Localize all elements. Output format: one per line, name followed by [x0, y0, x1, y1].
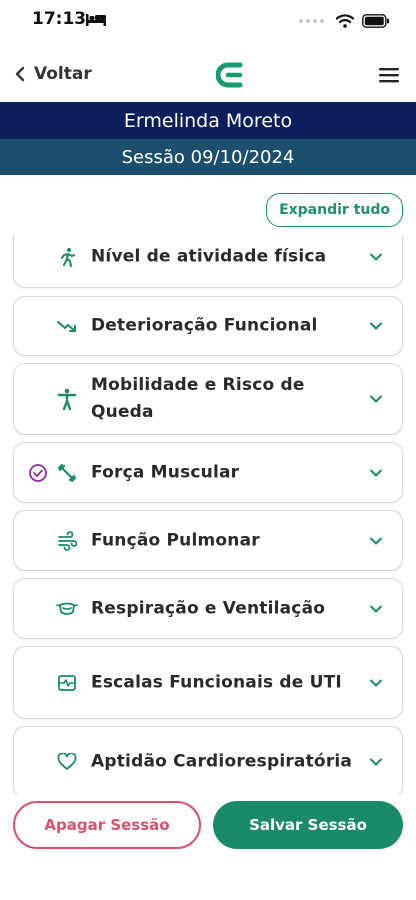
status-bar: 17:13: [0, 0, 416, 44]
patient-name: Ermelinda Moreto: [123, 109, 293, 132]
chevron-down-icon: [370, 605, 382, 612]
section-title: Aptidão Cardiorespiratória: [91, 751, 353, 772]
bed-icon: [86, 14, 106, 26]
section-title: Função Pulmonar: [91, 530, 260, 550]
expand-all-button[interactable]: Expandir tudo: [266, 193, 403, 227]
section-card-breathing-ventilation[interactable]: Respiração e Ventilação: [13, 578, 403, 639]
section-list[interactable]: Nível de atividade física Deterioração F…: [0, 236, 416, 794]
standing-person-icon: [56, 388, 78, 410]
dumbbell-icon: [56, 462, 78, 484]
monitor-pulse-icon: [56, 672, 78, 694]
chevron-down-icon: [370, 758, 382, 766]
battery-icon: [362, 14, 389, 28]
chevron-down-icon: [370, 322, 382, 330]
section-card-cardiorespiratory[interactable]: Aptidão Cardiorespiratória: [13, 726, 403, 794]
chevron-down-icon: [370, 537, 382, 544]
section-title: Escalas Funcionais de UTI: [91, 672, 342, 692]
section-card-muscle-strength[interactable]: Força Muscular: [13, 442, 403, 503]
chevron-left-icon: [15, 66, 25, 82]
running-person-icon: [56, 246, 78, 268]
chevron-down-icon: [370, 469, 382, 476]
chevron-down-icon: [370, 253, 382, 261]
heart-icon: [56, 751, 78, 773]
back-label: Voltar: [34, 64, 92, 84]
section-card-activity[interactable]: Nível de atividade física: [13, 236, 403, 288]
patient-name-header: Ermelinda Moreto: [0, 102, 416, 139]
section-title: Respiração e Ventilação: [91, 598, 326, 618]
air-flow-icon: [56, 530, 78, 552]
section-title: Força Muscular: [91, 462, 240, 482]
session-date: Sessão 09/10/2024: [121, 146, 295, 168]
signal-dots-icon: [299, 19, 324, 23]
section-card-functional-deterioration[interactable]: Deterioração Funcional: [13, 296, 403, 356]
section-title: Mobilidade e Risco de Queda: [91, 375, 305, 422]
wifi-icon: [336, 14, 354, 28]
status-time: 17:13: [32, 9, 87, 29]
section-card-icu-scales[interactable]: Escalas Funcionais de UTI: [13, 646, 403, 719]
status-indicators: [299, 14, 390, 28]
section-title: Nível de atividade física: [91, 246, 327, 267]
section-card-pulmonary-function[interactable]: Função Pulmonar: [13, 510, 403, 571]
nav-bar: Voltar: [0, 52, 416, 100]
chevron-down-icon: [370, 679, 382, 686]
mask-icon: [56, 598, 78, 620]
hamburger-menu-icon[interactable]: [378, 66, 400, 84]
session-date-header: Sessão 09/10/2024: [0, 139, 416, 175]
trending-down-icon: [56, 315, 78, 337]
app-logo-icon: [216, 62, 243, 88]
check-circle-icon: [29, 463, 47, 482]
section-title: Deterioração Funcional: [91, 315, 318, 336]
save-session-button[interactable]: Salvar Sessão: [213, 801, 403, 849]
chevron-down-icon: [370, 395, 382, 403]
section-card-mobility[interactable]: Mobilidade e Risco de Queda: [13, 363, 403, 435]
delete-session-button[interactable]: Apagar Sessão: [13, 801, 201, 849]
back-button[interactable]: Voltar: [14, 64, 92, 84]
